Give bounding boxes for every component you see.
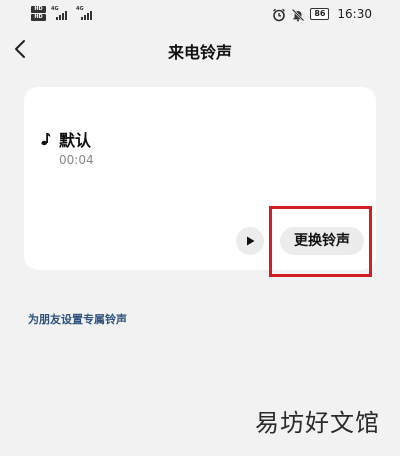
battery-indicator: 86 [310,8,330,20]
music-note-icon [41,131,51,146]
play-icon [247,236,255,246]
signal-icon [56,11,67,20]
alarm-icon [272,7,286,22]
ringtone-duration: 00:04 [59,153,94,167]
ringtone-name: 默认 [59,131,92,150]
nav-header: 来电铃声 [0,30,400,70]
phone-screen: HD HD 4G 4G 86 16:30 来电铃声 默认 00:04 更换铃声 … [0,0,400,456]
hd-badge: HD [31,6,46,13]
hd-badge: HD [31,14,46,21]
set-friend-ringtone-link[interactable]: 为朋友设置专属铃声 [28,311,127,327]
status-right-group: 86 16:30 [272,6,372,22]
signal-icon [81,11,92,20]
status-bar: HD HD 4G 4G 86 16:30 [0,0,400,30]
mute-icon [291,7,305,22]
change-ringtone-button[interactable]: 更换铃声 [280,227,364,255]
ringtone-card: 默认 00:04 更换铃声 [24,87,376,270]
clock: 16:30 [337,7,372,21]
page-title: 来电铃声 [167,43,232,62]
watermark: 易坊好文馆 [255,409,380,437]
play-button[interactable] [236,227,264,255]
network-indicators: HD HD 4G 4G [31,6,97,22]
